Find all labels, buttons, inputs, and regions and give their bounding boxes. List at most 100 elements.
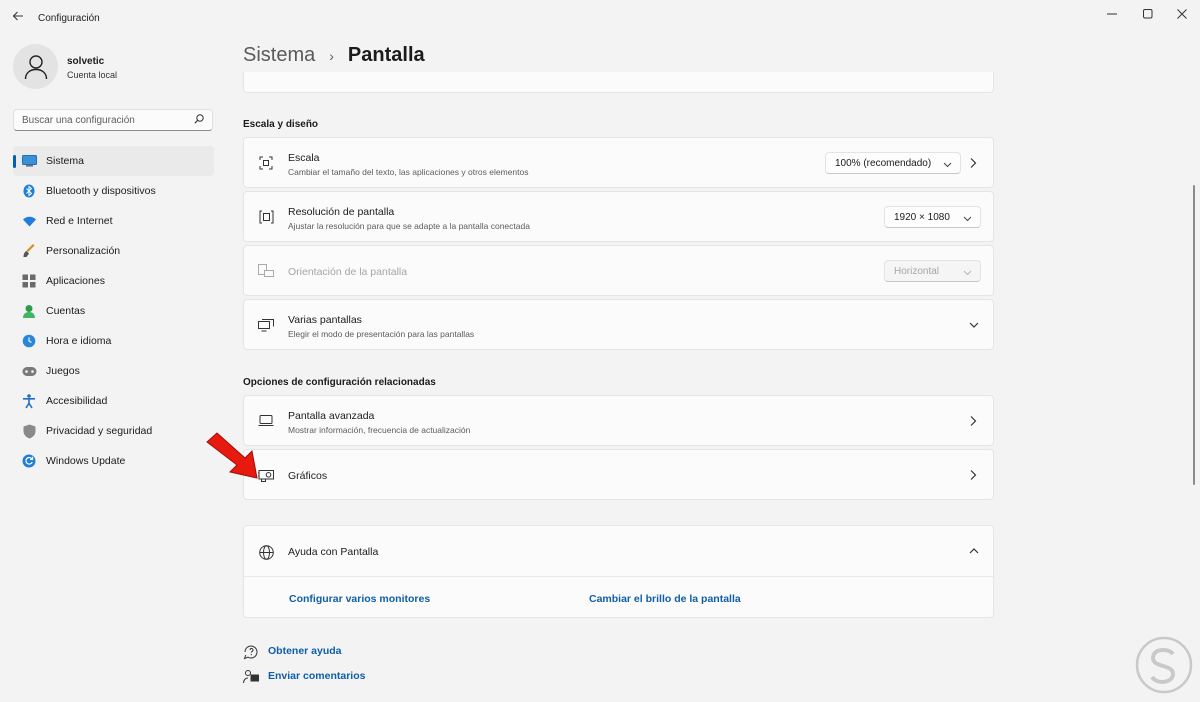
sidebar-item-sistema[interactable]: Sistema <box>13 146 214 176</box>
graficos-row[interactable]: Gráficos <box>243 449 994 500</box>
sidebar-item-bluetooth[interactable]: Bluetooth y dispositivos <box>13 176 214 206</box>
scale-icon <box>258 155 274 171</box>
search-placeholder: Buscar una configuración <box>22 114 135 126</box>
avatar[interactable] <box>13 44 58 89</box>
sidebar-item-label: Accesibilidad <box>46 395 108 407</box>
sidebar-item-label: Privacidad y seguridad <box>46 425 153 437</box>
update-icon <box>21 453 37 469</box>
sidebar-item-label: Aplicaciones <box>46 275 105 287</box>
scrolled-card <box>243 72 994 93</box>
sidebar-item-privacidad[interactable]: Privacidad y seguridad <box>13 416 214 446</box>
section-heading-escala: Escala y diseño <box>243 119 319 130</box>
sidebar-item-label: Red e Internet <box>46 215 113 227</box>
globe-icon <box>258 544 274 560</box>
sidebar-item-accesibilidad[interactable]: Accesibilidad <box>13 386 214 416</box>
dropdown-value: Horizontal <box>894 265 940 277</box>
chevron-down-icon <box>969 320 979 332</box>
brush-icon <box>21 243 37 259</box>
person-icon <box>21 303 37 319</box>
dropdown-value: 100% (recomendado) <box>835 157 932 169</box>
chevron-right-icon <box>969 469 979 481</box>
title-bar: Configuración <box>0 0 1200 36</box>
sidebar-item-label: Cuentas <box>46 305 86 317</box>
monitor-icon <box>21 153 37 169</box>
chevron-right-icon <box>969 415 979 427</box>
maximize-button[interactable] <box>1138 6 1158 22</box>
dropdown-value: 1920 × 1080 <box>894 211 950 223</box>
sidebar-item-red[interactable]: Red e Internet <box>13 206 214 236</box>
sidebar-item-label: Sistema <box>46 155 84 167</box>
globe-clock-icon <box>21 333 37 349</box>
row-title: Pantalla avanzada <box>288 410 375 422</box>
sidebar-item-label: Hora e idioma <box>46 335 112 347</box>
scrollbar[interactable] <box>1193 185 1195 485</box>
gamepad-icon <box>21 363 37 379</box>
sidebar-item-label: Personalización <box>46 245 121 257</box>
row-title: Resolución de pantalla <box>288 206 395 218</box>
search-input[interactable]: Buscar una configuración <box>13 109 213 131</box>
minimize-button[interactable] <box>1102 6 1122 22</box>
sidebar-item-personalizacion[interactable]: Personalización <box>13 236 214 266</box>
chevron-down-icon <box>943 160 952 171</box>
help-icon <box>243 644 259 660</box>
sidebar-item-label: Juegos <box>46 365 80 377</box>
breadcrumb-separator: › <box>329 47 334 64</box>
user-name: solvetic <box>67 56 105 67</box>
annotation-arrow-icon <box>206 432 258 479</box>
sidebar-item-cuentas[interactable]: Cuentas <box>13 296 214 326</box>
row-title: Orientación de la pantalla <box>288 266 408 278</box>
chevron-down-icon <box>963 214 972 225</box>
app-title: Configuración <box>38 13 100 24</box>
row-subtitle: Mostrar información, frecuencia de actua… <box>288 425 471 435</box>
chevron-right-icon <box>969 157 979 169</box>
sidebar-item-windows-update[interactable]: Windows Update <box>13 446 214 476</box>
link-cambiar-brillo[interactable]: Cambiar el brillo de la pantalla <box>589 593 741 605</box>
section-heading-relacionadas: Opciones de configuración relacionadas <box>243 377 436 388</box>
close-button[interactable] <box>1172 6 1192 22</box>
breadcrumb-parent[interactable]: Sistema <box>243 44 315 67</box>
sidebar-item-label: Windows Update <box>46 455 126 467</box>
resolution-dropdown[interactable]: 1920 × 1080 <box>884 206 981 228</box>
scale-dropdown[interactable]: 100% (recomendado) <box>825 152 961 174</box>
varias-pantallas-row[interactable]: Varias pantallas Elegir el modo de prese… <box>243 299 994 350</box>
chevron-up-icon[interactable] <box>969 546 979 558</box>
divider <box>244 576 993 577</box>
get-help-link[interactable]: Obtener ayuda <box>268 645 342 657</box>
bluetooth-icon <box>21 183 37 199</box>
pantalla-avanzada-row[interactable]: Pantalla avanzada Mostrar información, f… <box>243 395 994 446</box>
resolution-icon <box>258 209 274 225</box>
laptop-icon <box>258 413 274 429</box>
apps-icon <box>21 273 37 289</box>
escala-row[interactable]: Escala Cambiar el tamaño del texto, las … <box>243 137 994 188</box>
feedback-icon <box>243 669 259 685</box>
row-subtitle: Elegir el modo de presentación para las … <box>288 329 475 339</box>
wifi-icon <box>21 213 37 229</box>
row-title: Varias pantallas <box>288 314 362 326</box>
orientacion-row: Orientación de la pantalla Horizontal <box>243 245 994 296</box>
accessibility-icon <box>21 393 37 409</box>
search-icon[interactable] <box>194 113 204 127</box>
shield-icon <box>21 423 37 439</box>
link-configurar-monitores[interactable]: Configurar varios monitores <box>289 593 430 605</box>
account-type: Cuenta local <box>67 70 118 80</box>
breadcrumb: Sistema › Pantalla <box>243 44 425 67</box>
help-card: Ayuda con Pantalla Configurar varios mon… <box>243 525 994 618</box>
resolucion-row: Resolución de pantalla Ajustar la resolu… <box>243 191 994 242</box>
orientation-icon <box>258 263 274 279</box>
multiple-displays-icon <box>258 317 274 333</box>
back-arrow-icon[interactable] <box>10 10 26 26</box>
orientation-dropdown: Horizontal <box>884 260 981 282</box>
sidebar-nav: Sistema Bluetooth y dispositivos Red e I… <box>13 146 214 476</box>
row-subtitle: Cambiar el tamaño del texto, las aplicac… <box>288 167 529 177</box>
chevron-down-icon <box>963 268 972 279</box>
sidebar-item-juegos[interactable]: Juegos <box>13 356 214 386</box>
sidebar-item-aplicaciones[interactable]: Aplicaciones <box>13 266 214 296</box>
sidebar-item-label: Bluetooth y dispositivos <box>46 185 156 197</box>
help-title[interactable]: Ayuda con Pantalla <box>288 546 378 558</box>
send-feedback-link[interactable]: Enviar comentarios <box>268 670 365 682</box>
row-title: Gráficos <box>288 470 328 482</box>
sidebar-item-hora[interactable]: Hora e idioma <box>13 326 214 356</box>
row-subtitle: Ajustar la resolución para que se adapte… <box>288 221 530 231</box>
row-title: Escala <box>288 152 320 164</box>
watermark-logo <box>1135 636 1193 694</box>
